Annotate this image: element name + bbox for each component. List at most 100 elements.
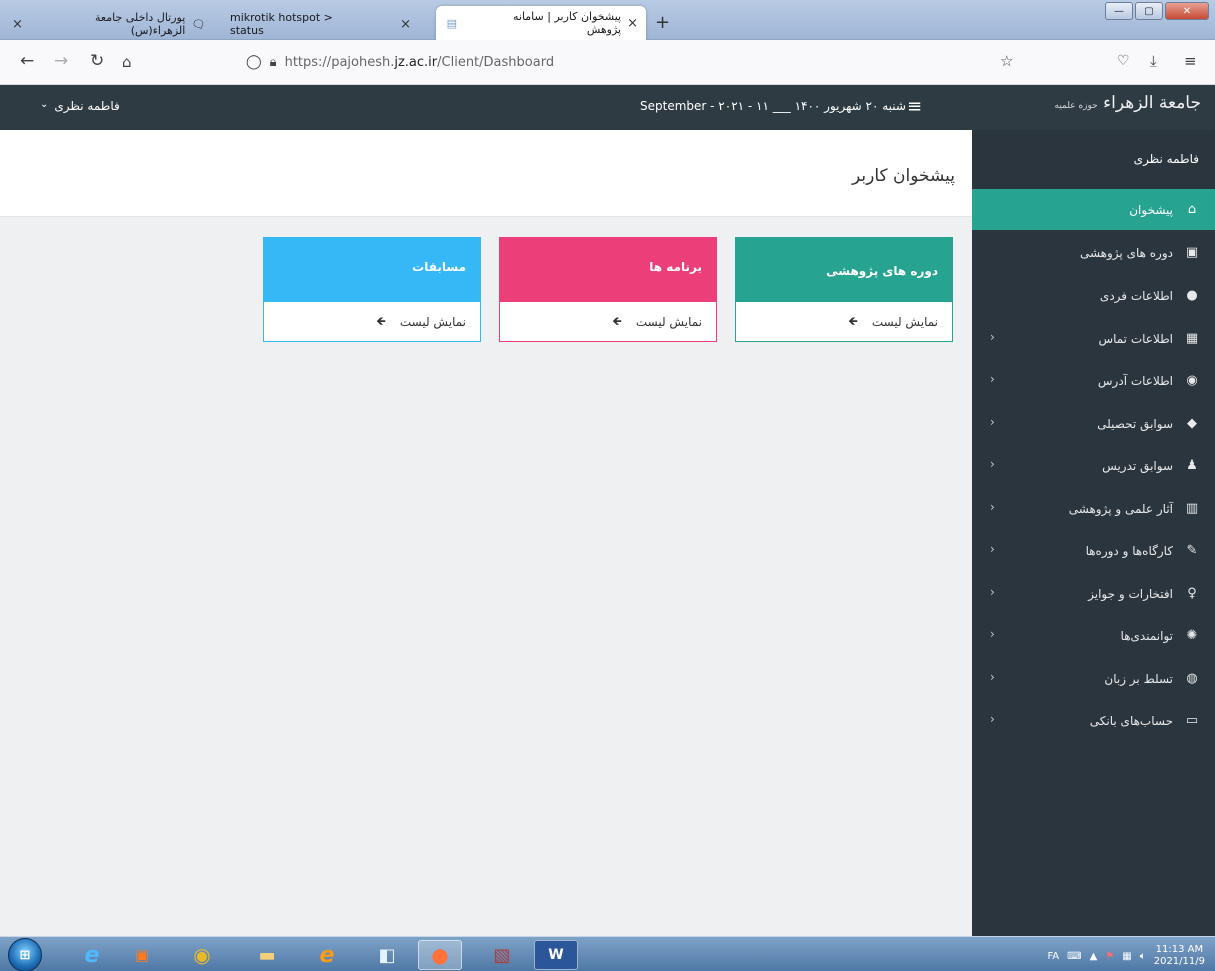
browser-tab-bar: 🗨 پورتال داخلی جامعة الزهراء(س) × mikrot… xyxy=(0,0,1215,40)
windows-taskbar: ⊞ e ▣ ◉ ▬ e ◧ ● ▧ W FA ⌨ ▲ ⚑ ▦ 🔈︎ 11:13 … xyxy=(0,936,1215,971)
back-arrow-icon[interactable]: ← xyxy=(20,51,34,71)
app-window-icon[interactable]: ◧ xyxy=(365,940,409,970)
chevron-left-icon: ‹ xyxy=(990,542,995,556)
download-icon[interactable]: ⤓ xyxy=(1150,52,1157,70)
address-bar[interactable]: ◯ 🔒︎ https://pajohesh.jz.ac.ir/Client/Da… xyxy=(238,48,998,76)
sidebar-item-awards[interactable]: ♀ افتخارات و جوایز ‹ xyxy=(972,573,1215,614)
map-marker-icon: ◉ xyxy=(1186,373,1198,388)
keyboard-icon[interactable]: ⌨ xyxy=(1067,951,1081,962)
chevron-left-icon: ‹ xyxy=(990,330,995,344)
volume-icon[interactable]: 🔈︎ xyxy=(1140,951,1146,962)
sidebar-item-education-history[interactable]: ◆ سوابق تحصیلی ‹ xyxy=(972,403,1215,444)
chevron-down-icon: ⌄ xyxy=(40,99,49,110)
maximize-icon[interactable]: ▢ xyxy=(1135,2,1163,20)
sidebar-item-label: کارگاه‌ها و دوره‌ها xyxy=(1085,543,1173,558)
browser-tab-dashboard[interactable]: × پیشخوان کاربر | سامانه پژوهش ▤ xyxy=(436,6,646,40)
sidebar-item-dashboard[interactable]: ⌂ پیشخوان xyxy=(972,189,1215,230)
sidebar-item-research-courses[interactable]: ▣ دوره های پژوهشی xyxy=(972,232,1215,273)
word-icon[interactable]: W xyxy=(534,940,578,970)
sidebar-item-bank-accounts[interactable]: ▭ حساب‌های بانکی ‹ xyxy=(972,700,1215,741)
media-player-icon[interactable]: ▣ xyxy=(120,940,164,970)
show-list-link[interactable]: نمایش لیست 🡸 xyxy=(736,302,952,342)
close-window-icon[interactable]: ✕ xyxy=(1165,2,1209,20)
sidebar-item-address-info[interactable]: ◉ اطلاعات آدرس ‹ xyxy=(972,360,1215,401)
chrome-icon[interactable]: ◉ xyxy=(180,940,224,970)
tray-expand-icon[interactable]: ▲ xyxy=(1090,951,1098,962)
chevron-left-icon: ‹ xyxy=(990,712,995,726)
sidebar-item-workshops[interactable]: ✎ کارگاه‌ها و دوره‌ها ‹ xyxy=(972,530,1215,571)
sidebar-item-contact-info[interactable]: ▦ اطلاعات تماس ‹ xyxy=(972,318,1215,359)
tab-close-icon[interactable]: × xyxy=(12,17,23,32)
shield-icon[interactable]: ◯ xyxy=(246,54,262,70)
home-icon[interactable]: ⌂ xyxy=(122,53,132,71)
arrow-left-icon: 🡸 xyxy=(612,313,622,328)
card-programs: برنامه ها نمایش لیست 🡸 xyxy=(499,237,717,342)
sidebar-item-scientific-works[interactable]: ▥ آثار علمی و پژوهشی ‹ xyxy=(972,488,1215,529)
clock[interactable]: 11:13 AM 2021/11/9 xyxy=(1154,944,1205,968)
forward-arrow-icon[interactable]: → xyxy=(54,51,68,71)
language-indicator[interactable]: FA xyxy=(1047,951,1059,962)
new-tab-button[interactable]: + xyxy=(655,12,670,33)
winrar-icon[interactable]: ▧ xyxy=(480,940,524,970)
show-list-link[interactable]: نمایش لیست 🡸 xyxy=(500,302,716,342)
browser-tab-portal[interactable]: 🗨 پورتال داخلی جامعة الزهراء(س) × xyxy=(4,8,214,40)
sidebar-item-label: پیشخوان xyxy=(1129,202,1173,217)
pocket-icon[interactable]: ♡ xyxy=(1117,53,1130,69)
menu-icon[interactable]: ≡ xyxy=(1184,52,1197,70)
card-link-label: نمایش لیست xyxy=(399,315,466,329)
edge-icon[interactable]: e xyxy=(305,940,349,970)
card-link-label: نمایش لیست xyxy=(635,315,702,329)
user-dropdown[interactable]: فاطمه نظری ⌄ xyxy=(40,99,120,113)
browser-tab-mikrotik[interactable]: mikrotik hotspot > status × xyxy=(222,8,427,40)
sidebar-item-label: سوابق تحصیلی xyxy=(1097,416,1173,431)
document-favicon-icon: ▤ xyxy=(446,16,457,30)
reload-icon[interactable]: ↻ xyxy=(90,51,104,71)
internet-explorer-icon[interactable]: e xyxy=(70,940,114,970)
chevron-left-icon: ‹ xyxy=(990,457,995,471)
sidebar-item-label: دوره های پژوهشی xyxy=(1079,245,1173,260)
show-list-link[interactable]: نمایش لیست 🡸 xyxy=(264,302,480,342)
page-header: پیشخوان کاربر xyxy=(0,130,972,217)
hamburger-menu-icon[interactable]: ≡ xyxy=(907,96,922,117)
firefox-icon[interactable]: ● xyxy=(418,940,462,970)
logo-subtitle: حوزه علمیه خواهران قم xyxy=(1051,101,1098,111)
graduation-cap-icon: ◆ xyxy=(1187,416,1197,431)
card-link-label: نمایش لیست xyxy=(871,315,938,329)
chevron-left-icon: ‹ xyxy=(990,500,995,514)
sidebar-item-teaching-history[interactable]: ♟ سوابق تدریس ‹ xyxy=(972,445,1215,486)
flag-icon[interactable]: ⚑ xyxy=(1105,951,1114,962)
credit-card-icon: ▭ xyxy=(1185,713,1199,728)
sidebar-item-languages[interactable]: ◍ تسلط بر زبان ‹ xyxy=(972,658,1215,699)
gear-icon: ✺ xyxy=(1186,628,1198,643)
tab-title: پیشخوان کاربر | سامانه پژوهش xyxy=(512,10,622,36)
lock-icon[interactable]: 🔒︎ xyxy=(270,55,277,70)
arrow-left-icon: 🡸 xyxy=(848,313,858,328)
books-icon: ▥ xyxy=(1185,501,1199,516)
tab-close-icon[interactable]: × xyxy=(627,16,638,31)
teacher-icon: ♟ xyxy=(1186,458,1198,473)
start-button[interactable]: ⊞ xyxy=(8,938,42,971)
network-icon[interactable]: ▦ xyxy=(1122,951,1131,962)
logo-title: جامعة الزهراء xyxy=(1103,93,1201,113)
card-header: دوره های پژوهشی xyxy=(736,238,952,302)
chevron-left-icon: ‹ xyxy=(990,415,995,429)
sidebar-item-label: توانمندی‌ها xyxy=(1120,628,1173,643)
file-explorer-icon[interactable]: ▬ xyxy=(245,940,289,970)
sidebar-item-personal-info[interactable]: ● اطلاعات فردی xyxy=(972,275,1215,316)
url-text[interactable]: https://pajohesh.jz.ac.ir/Client/Dashboa… xyxy=(285,55,554,70)
minimize-icon[interactable]: — xyxy=(1105,2,1133,20)
sidebar-item-label: آثار علمی و پژوهشی xyxy=(1068,501,1173,516)
browser-nav-bar: ← → ↻ ⌂ ◯ 🔒︎ https://pajohesh.jz.ac.ir/C… xyxy=(0,40,1215,85)
clock-date: 2021/11/9 xyxy=(1153,956,1205,967)
header-date: شنبه ۲۰ شهریور ۱۴۰۰ ___ ۱۱ - ۲۰۲۱ - Sept… xyxy=(640,99,906,113)
sidebar-item-skills[interactable]: ✺ توانمندی‌ها ‹ xyxy=(972,615,1215,656)
sidebar-item-label: اطلاعات تماس xyxy=(1098,331,1173,346)
bookmark-star-icon[interactable]: ☆ xyxy=(1000,52,1013,70)
sidebar-item-label: سوابق تدریس xyxy=(1102,458,1173,473)
app-header: فاطمه نظری ⌄ شنبه ۲۰ شهریور ۱۴۰۰ ___ ۱۱ … xyxy=(0,85,1215,130)
user-name: فاطمه نظری xyxy=(54,99,120,113)
sidebar-item-label: تسلط بر زبان xyxy=(1104,671,1173,686)
chevron-left-icon: ‹ xyxy=(990,585,995,599)
site-logo[interactable]: جامعة الزهراء حوزه علمیه خواهران قم xyxy=(1051,93,1201,121)
tab-close-icon[interactable]: × xyxy=(400,17,411,32)
